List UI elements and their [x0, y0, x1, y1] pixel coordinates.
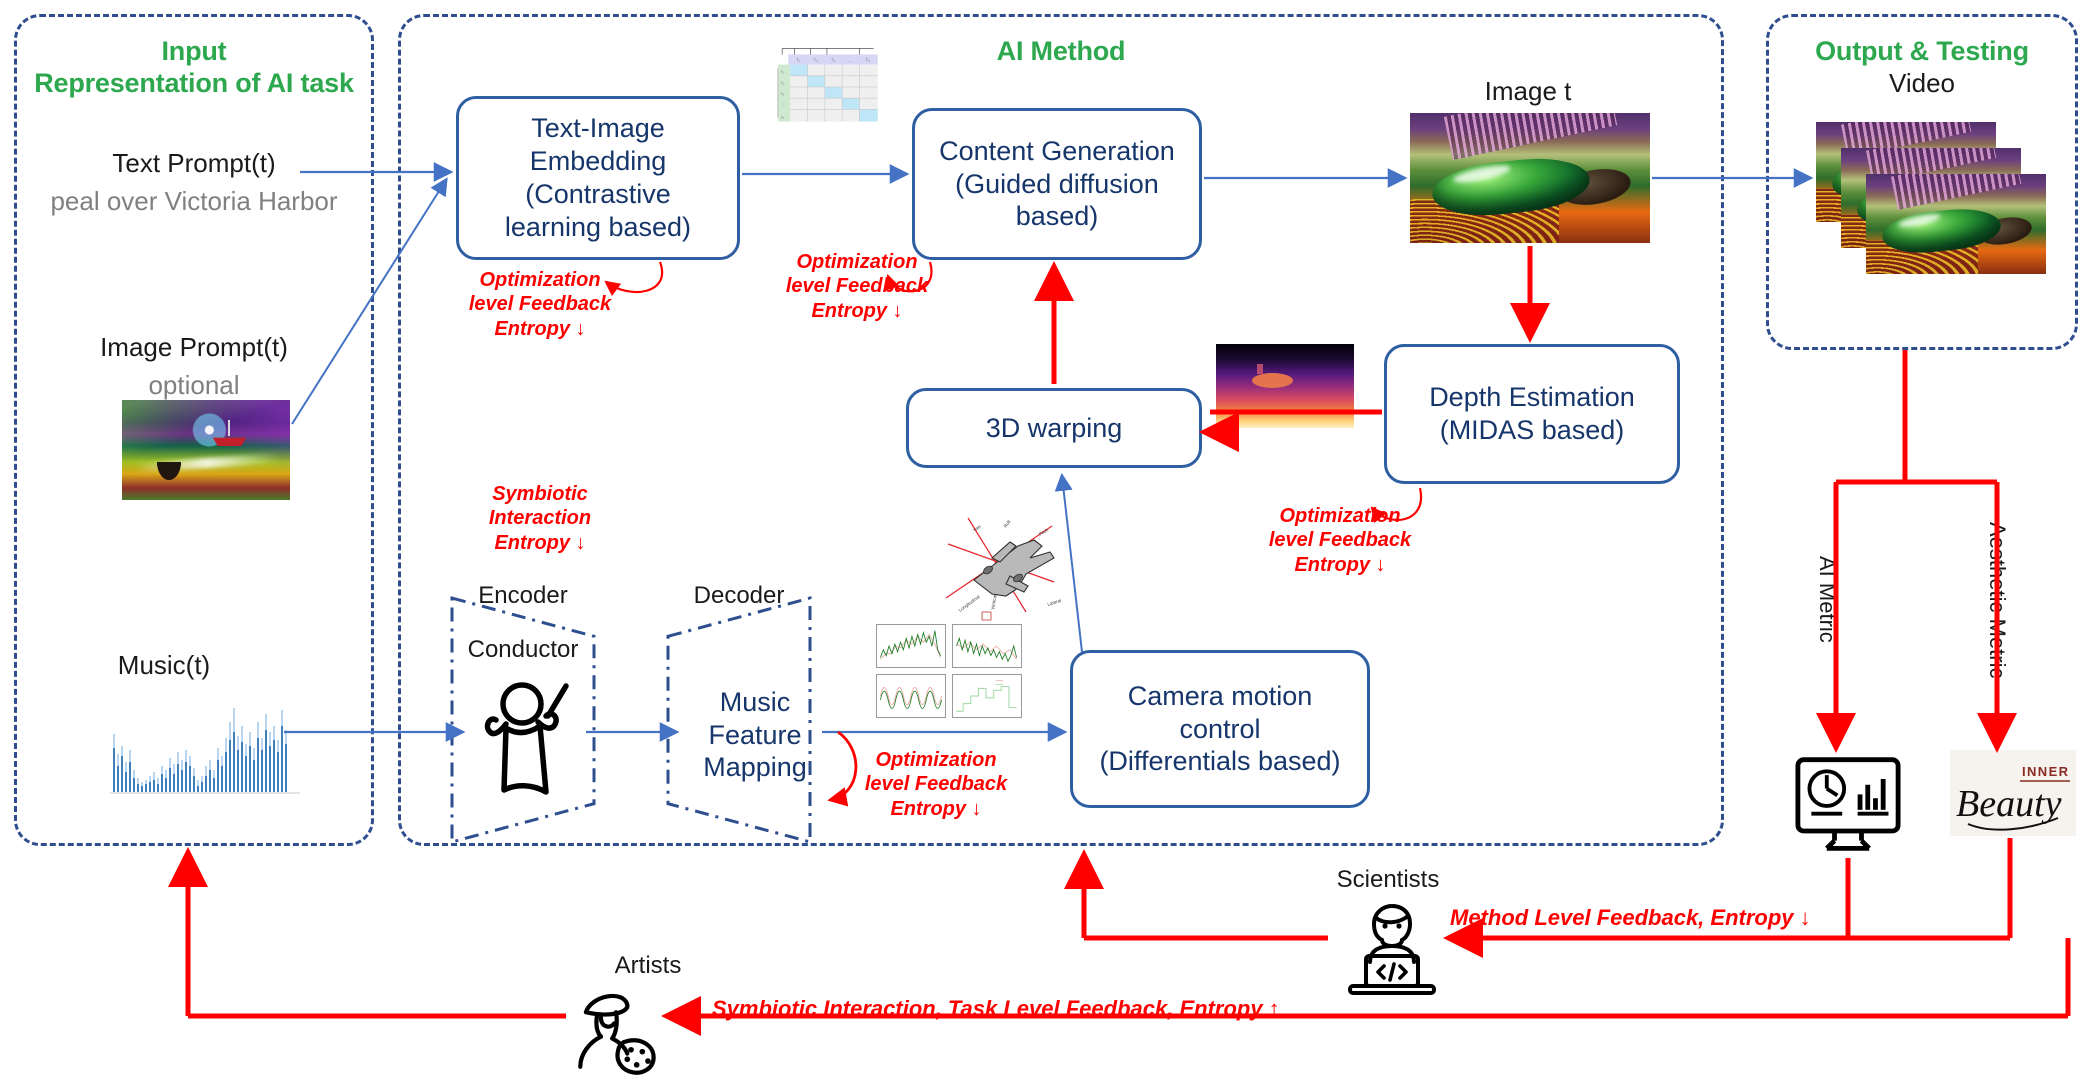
flow-image-prompt-to-embedding	[291, 177, 448, 425]
flow-camera-motion-to-3d-warping	[1054, 472, 1083, 653]
flow-depth-to-3d-warping	[1198, 409, 1382, 452]
flow-scientists-to-method	[1064, 848, 1328, 941]
flow-to-artists	[660, 938, 2071, 1036]
feedback-hook-music-mapping	[827, 730, 858, 807]
feedback-hook-content-generation	[884, 261, 933, 293]
diagram-canvas: Input Representation of AI task AI Metho…	[0, 0, 2092, 1078]
connector-layer	[168, 162, 2071, 1036]
flow-depthmap-to-3d-warping	[1198, 412, 1239, 452]
flow-artists-to-input	[168, 846, 566, 1019]
feedback-hook-embedding	[604, 261, 664, 297]
feedback-hook-depth	[1370, 487, 1423, 524]
flow-output-to-metrics	[1816, 350, 2017, 754]
flow-metrics-to-scientists	[1442, 838, 2013, 958]
